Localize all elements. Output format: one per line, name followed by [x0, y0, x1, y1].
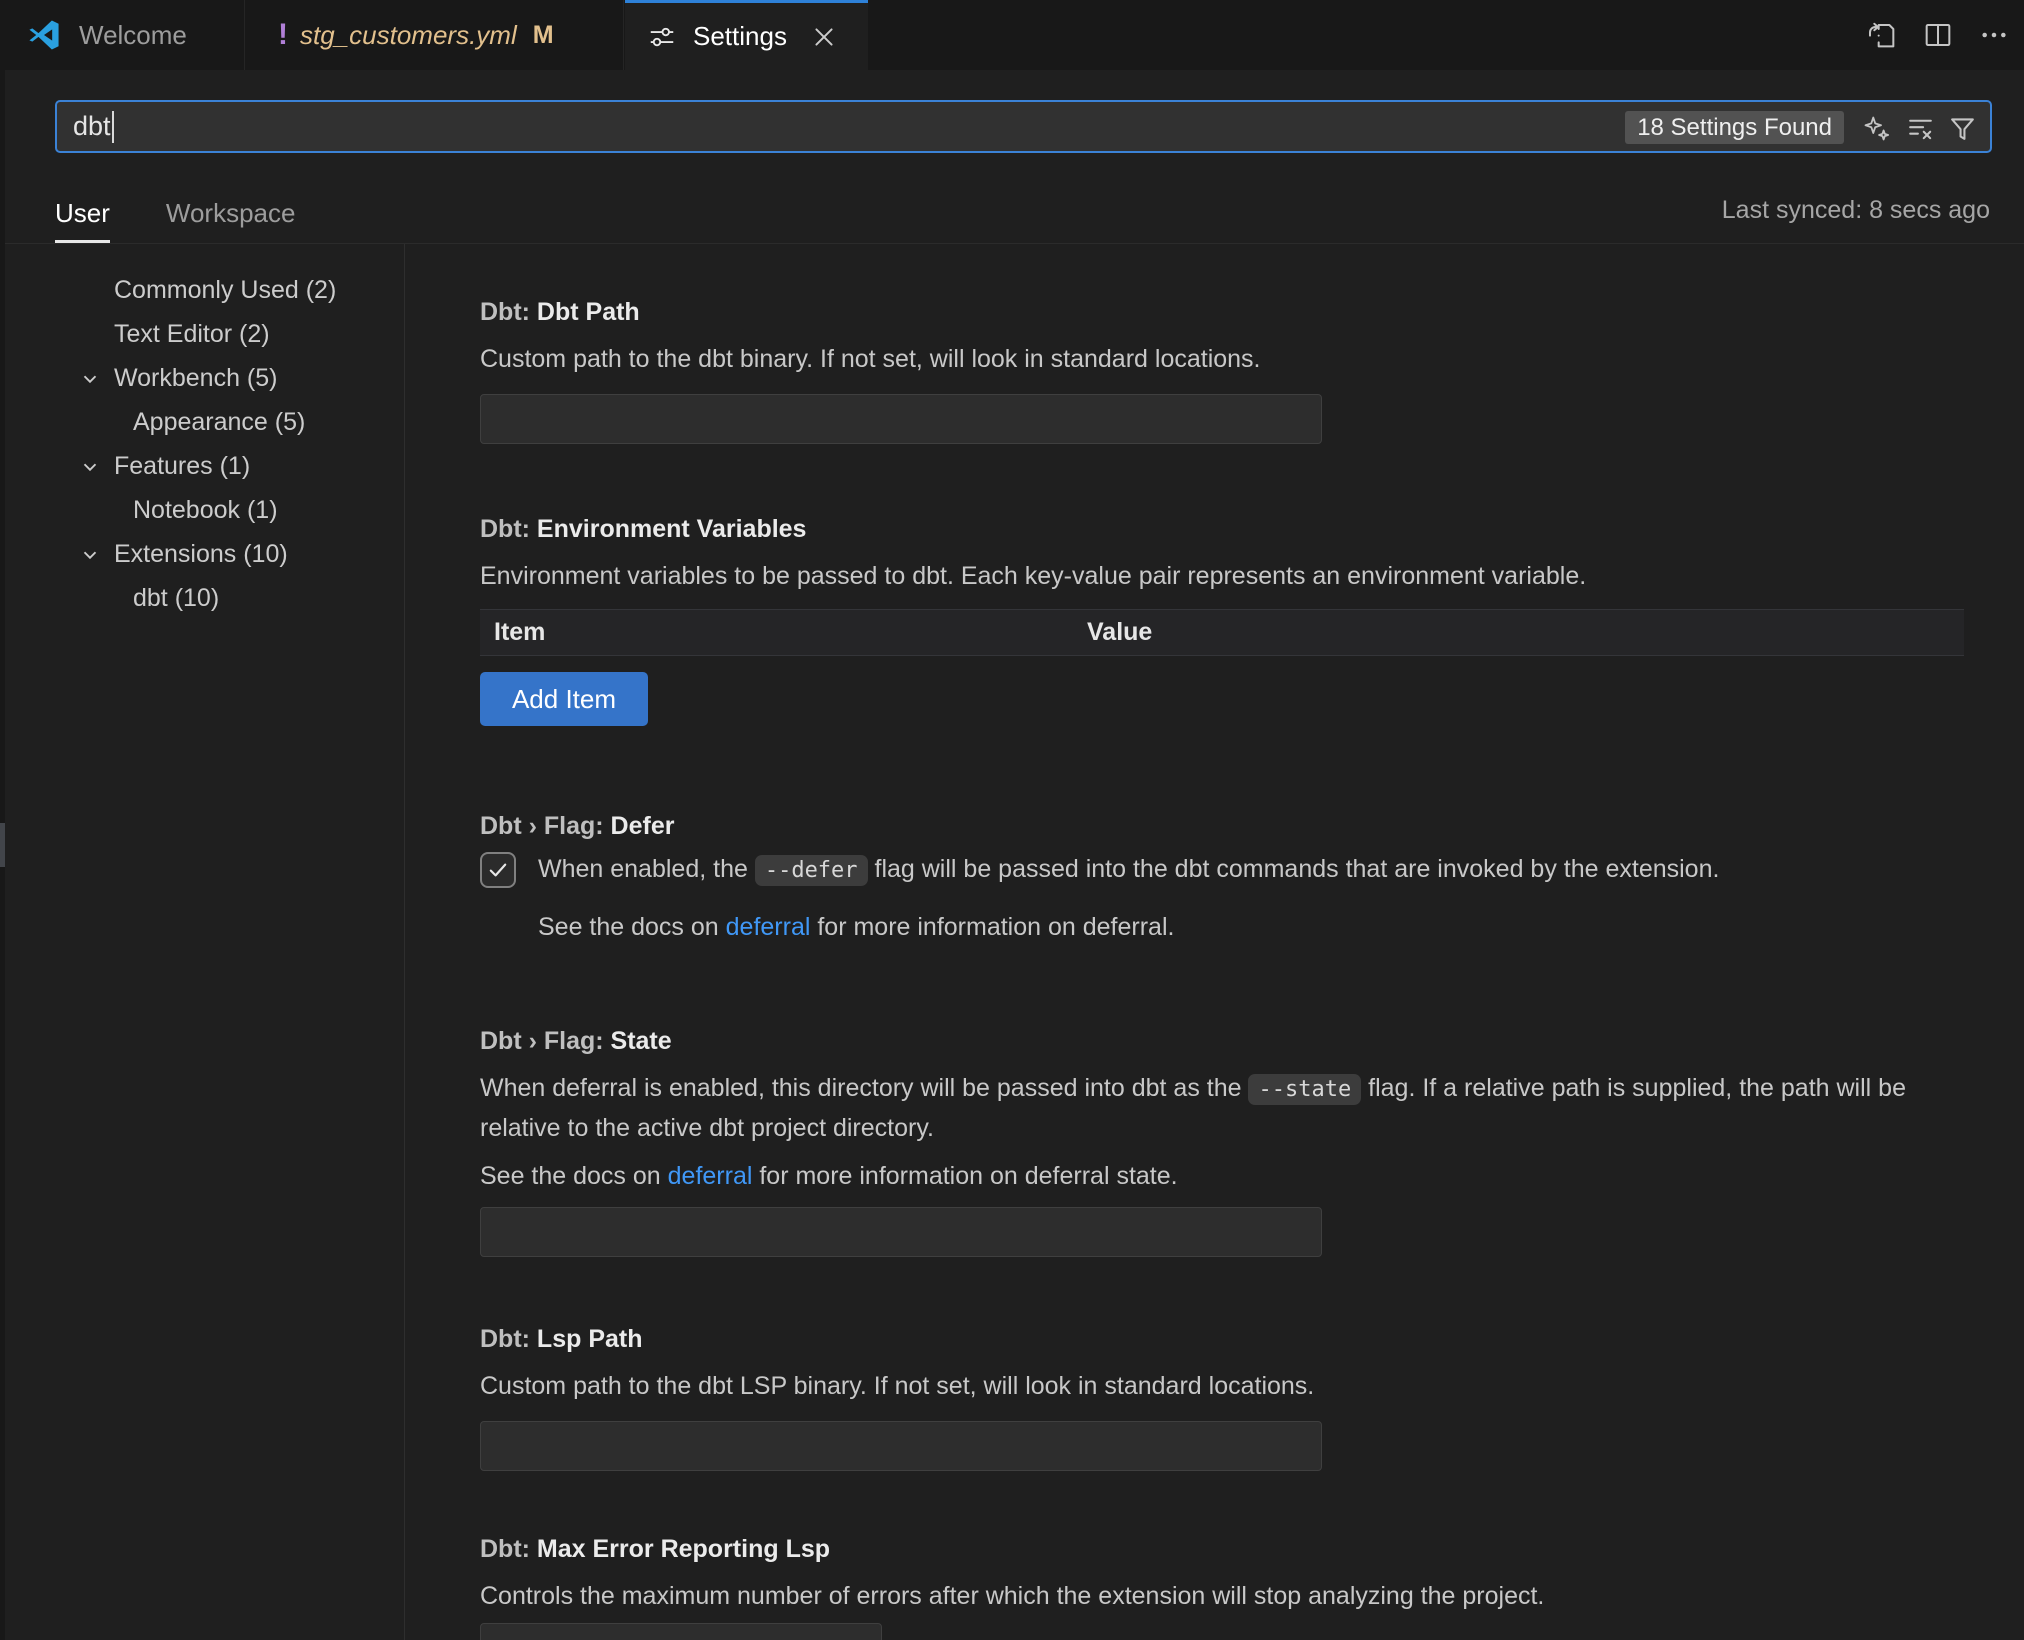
code-defer-flag: --defer — [755, 855, 868, 886]
text-caret — [112, 111, 114, 143]
defer-checkbox[interactable] — [480, 852, 516, 888]
chevron-down-icon — [79, 456, 101, 478]
scope-tab-workspace[interactable]: Workspace — [166, 198, 296, 243]
column-header-value: Value — [1087, 610, 1152, 655]
setting-title: Dbt: Dbt Path — [480, 296, 1972, 328]
ai-search-icon[interactable] — [1861, 113, 1892, 144]
settings-toc: Commonly Used (2) Text Editor (2) Workbe… — [5, 244, 405, 1640]
toc-item-workbench[interactable]: Workbench (5) — [5, 356, 404, 400]
setting-title: Dbt: Max Error Reporting Lsp — [480, 1533, 1972, 1565]
toc-item-dbt[interactable]: dbt (10) — [5, 576, 404, 620]
toc-item-notebook[interactable]: Notebook (1) — [5, 488, 404, 532]
tab-welcome[interactable]: Welcome — [0, 0, 245, 70]
setting-description: Custom path to the dbt binary. If not se… — [480, 340, 1972, 378]
setting-environment-variables: Dbt: Environment Variables Environment v… — [480, 513, 1972, 726]
tab-file-label: stg_customers.yml — [300, 20, 517, 51]
toc-item-extensions[interactable]: Extensions (10) — [5, 532, 404, 576]
setting-title: Dbt: Environment Variables — [480, 513, 1972, 545]
editor-actions — [1866, 0, 2010, 70]
close-icon[interactable] — [811, 24, 837, 50]
dbt-path-input[interactable] — [480, 394, 1322, 444]
setting-description: When deferral is enabled, this directory… — [480, 1069, 1972, 1147]
setting-flag-state: Dbt › Flag: State When deferral is enabl… — [480, 1025, 1972, 1257]
last-synced-status: Last synced: 8 secs ago — [1722, 196, 1990, 225]
split-editor-icon[interactable] — [1922, 19, 1954, 51]
scope-tabs: User Workspace — [55, 198, 295, 243]
tab-settings-label: Settings — [693, 21, 787, 52]
setting-dbt-path: Dbt: Dbt Path Custom path to the dbt bin… — [480, 296, 1972, 444]
max-error-reporting-input[interactable] — [480, 1623, 882, 1640]
setting-description: Controls the maximum number of errors af… — [480, 1577, 1972, 1615]
toc-item-text-editor[interactable]: Text Editor (2) — [5, 312, 404, 356]
checkmark-icon — [486, 858, 510, 882]
setting-flag-defer: Dbt › Flag: Defer When enabled, the --de… — [480, 810, 1972, 946]
code-state-flag: --state — [1248, 1074, 1361, 1105]
toc-item-commonly-used[interactable]: Commonly Used (2) — [5, 268, 404, 312]
setting-title: Dbt › Flag: State — [480, 1025, 1972, 1057]
open-preview-icon[interactable] — [1866, 19, 1898, 51]
docs-note: See the docs on deferral for more inform… — [538, 908, 1972, 946]
toc-item-features[interactable]: Features (1) — [5, 444, 404, 488]
vscode-logo-icon — [27, 18, 61, 52]
search-query-text: dbt — [73, 111, 111, 142]
editor-tab-strip: Welcome ! stg_customers.yml M Settings — [0, 0, 2024, 70]
defer-checkbox-row: When enabled, the --defer flag will be p… — [480, 850, 1972, 890]
settings-search-input[interactable]: dbt 18 Settings Found — [55, 100, 1992, 153]
more-actions-icon[interactable] — [1978, 19, 2010, 51]
results-count-badge: 18 Settings Found — [1625, 111, 1844, 144]
add-item-button[interactable]: Add Item — [480, 672, 648, 726]
setting-description: When enabled, the --defer flag will be p… — [538, 850, 1719, 890]
clear-search-filters-icon[interactable] — [1905, 113, 1936, 144]
settings-list: Dbt: Dbt Path Custom path to the dbt bin… — [406, 244, 2024, 1640]
modified-badge: M — [533, 21, 554, 50]
settings-sliders-icon — [647, 22, 677, 52]
tab-welcome-label: Welcome — [79, 20, 187, 51]
setting-lsp-path: Dbt: Lsp Path Custom path to the dbt LSP… — [480, 1323, 1972, 1471]
yaml-file-icon: ! — [278, 20, 288, 50]
setting-title: Dbt › Flag: Defer — [480, 810, 1972, 842]
deferral-docs-link[interactable]: deferral — [726, 913, 811, 941]
lsp-path-input[interactable] — [480, 1421, 1322, 1471]
tab-settings[interactable]: Settings — [625, 0, 868, 70]
toc-item-appearance[interactable]: Appearance (5) — [5, 400, 404, 444]
deferral-docs-link[interactable]: deferral — [668, 1162, 753, 1190]
scope-tab-user[interactable]: User — [55, 198, 110, 243]
setting-description: Environment variables to be passed to db… — [480, 557, 1972, 595]
setting-title: Dbt: Lsp Path — [480, 1323, 1972, 1355]
tab-stg-customers[interactable]: ! stg_customers.yml M — [246, 0, 624, 70]
setting-max-error-reporting-lsp: Dbt: Max Error Reporting Lsp Controls th… — [480, 1533, 1972, 1640]
filter-icon[interactable] — [1947, 113, 1978, 144]
state-path-input[interactable] — [480, 1207, 1322, 1257]
setting-description: Custom path to the dbt LSP binary. If no… — [480, 1367, 1972, 1405]
chevron-down-icon — [79, 544, 101, 566]
settings-header: dbt 18 Settings Found User Workspace Las… — [0, 70, 2024, 244]
env-variables-table: Item Value — [480, 609, 1964, 656]
chevron-down-icon — [79, 368, 101, 390]
column-header-item: Item — [494, 610, 545, 655]
docs-note: See the docs on deferral for more inform… — [480, 1157, 1972, 1195]
